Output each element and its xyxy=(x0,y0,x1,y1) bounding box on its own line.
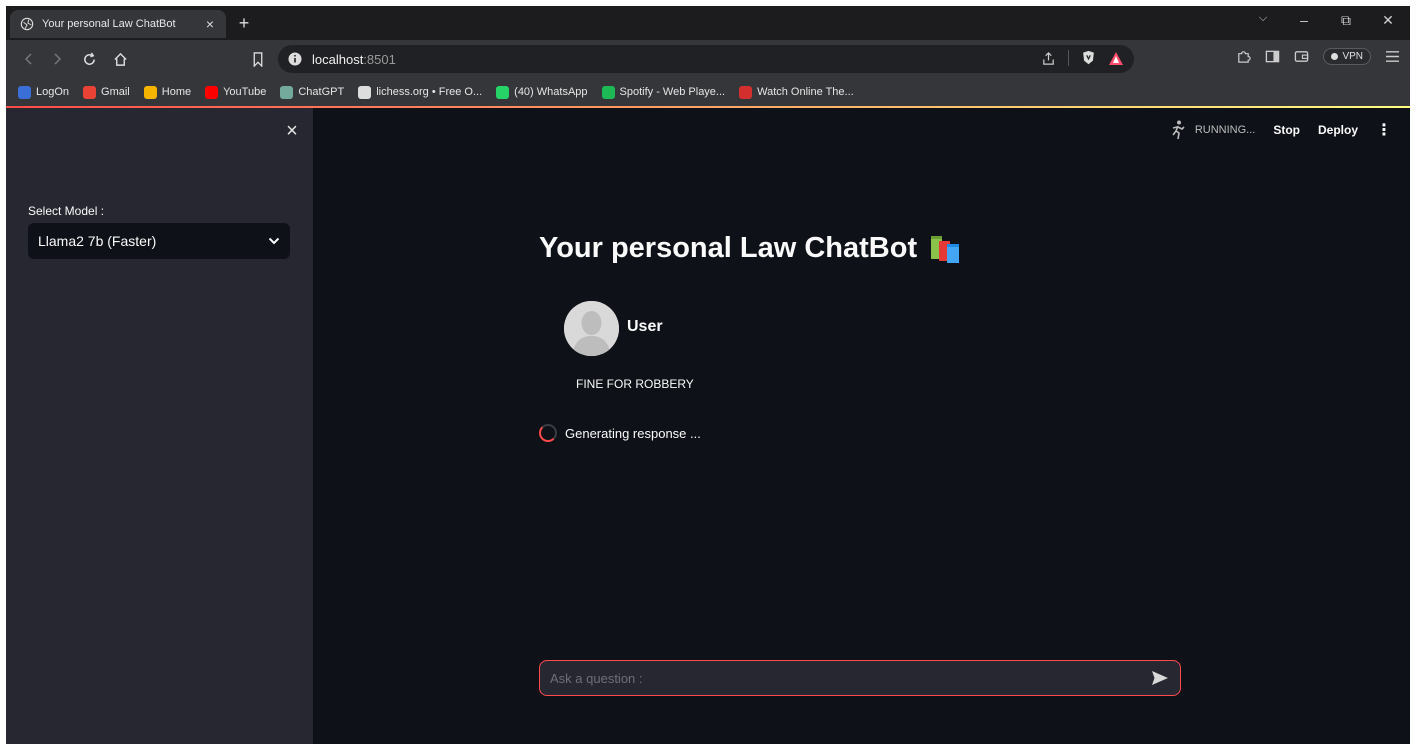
bookmark-item[interactable]: LogOn xyxy=(18,85,70,99)
bookmark-item[interactable]: lichess.org • Free O... xyxy=(358,85,483,99)
extensions-icon[interactable] xyxy=(1236,49,1252,64)
address-bar[interactable]: localhost:8501 xyxy=(278,45,1134,73)
bookmark-item[interactable]: Watch Online The... xyxy=(739,85,854,99)
restore-button[interactable]: ⧉ xyxy=(1331,12,1361,29)
bookmark-label: ChatGPT xyxy=(298,86,345,98)
user-silhouette-icon xyxy=(564,301,619,356)
spinner-text: Generating response ... xyxy=(565,425,701,441)
running-status-text: RUNNING... xyxy=(1194,124,1256,136)
send-button[interactable] xyxy=(1148,666,1172,690)
tab-strip: Your personal Law ChatBot × + ⌵ – ⧉ ✕ xyxy=(6,6,1410,40)
bookmark-label: Home xyxy=(161,86,192,98)
whatsapp-icon xyxy=(496,85,510,99)
globe-icon xyxy=(20,17,34,31)
bookmark-label: Watch Online The... xyxy=(757,86,854,98)
app-toolbar: RUNNING... Stop Deploy ⋮ xyxy=(1169,120,1392,140)
bookmark-item[interactable]: Spotify - Web Playe... xyxy=(601,85,726,99)
share-icon[interactable] xyxy=(1041,51,1056,66)
home-icon[interactable] xyxy=(109,48,131,70)
bookmark-label: lichess.org • Free O... xyxy=(376,86,483,98)
bookmark-label: (40) WhatsApp xyxy=(514,86,588,98)
bookmark-item[interactable]: (40) WhatsApp xyxy=(496,85,588,99)
browser-toolbar: localhost:8501 VPN xyxy=(6,40,1410,78)
bookmark-label: Spotify - Web Playe... xyxy=(619,86,726,98)
back-icon[interactable] xyxy=(18,48,40,70)
spotify-icon xyxy=(601,85,615,99)
url-host: localhost xyxy=(312,51,364,67)
books-icon xyxy=(931,235,960,263)
lichess-icon xyxy=(358,85,372,99)
main-content: RUNNING... Stop Deploy ⋮ Your personal L… xyxy=(313,108,1410,744)
bookmark-label: LogOn xyxy=(36,86,70,98)
logon-icon xyxy=(18,85,31,99)
reload-icon[interactable] xyxy=(78,48,100,70)
running-status: RUNNING... xyxy=(1169,120,1256,140)
bookmark-item[interactable]: YouTube xyxy=(205,85,267,99)
deploy-button[interactable]: Deploy xyxy=(1318,123,1358,137)
tab-search-icon[interactable]: ⌵ xyxy=(1248,12,1278,25)
url-port: :8501 xyxy=(363,51,396,67)
wallet-icon[interactable] xyxy=(1294,49,1309,64)
stop-button[interactable]: Stop xyxy=(1273,123,1300,137)
watch-online-icon xyxy=(739,85,753,99)
browser-menu-icon[interactable] xyxy=(1385,50,1400,63)
bookmark-icon[interactable] xyxy=(247,48,269,70)
forward-icon[interactable] xyxy=(46,48,68,70)
bookmark-item[interactable]: Gmail xyxy=(83,85,130,99)
youtube-icon xyxy=(205,85,219,99)
vpn-label: VPN xyxy=(1342,51,1363,62)
model-select[interactable]: Llama2 7b (Faster) xyxy=(28,223,290,259)
site-info-icon[interactable] xyxy=(288,52,302,66)
running-man-icon xyxy=(1172,120,1185,140)
sidebar: × Select Model : Llama2 7b (Faster) xyxy=(6,108,313,744)
bookmark-label: YouTube xyxy=(223,86,267,98)
chatgpt-icon xyxy=(280,85,294,99)
main-menu-icon[interactable]: ⋮ xyxy=(1376,120,1392,140)
new-tab-button[interactable]: + xyxy=(234,13,254,34)
home-bookmark-icon xyxy=(143,85,157,99)
chat-input[interactable] xyxy=(548,669,1148,687)
chat-user-name: User xyxy=(627,318,663,335)
send-icon xyxy=(1152,671,1168,685)
sidebar-close-icon[interactable]: × xyxy=(282,120,302,143)
vpn-button[interactable]: VPN xyxy=(1323,48,1371,65)
browser-window: Your personal Law ChatBot × + ⌵ – ⧉ ✕ lo xyxy=(6,6,1410,744)
select-model-label: Select Model : xyxy=(28,204,105,218)
tab-close-icon[interactable]: × xyxy=(200,16,220,32)
spinner-icon xyxy=(539,424,557,442)
minimize-button[interactable]: – xyxy=(1289,12,1319,28)
tab-title: Your personal Law ChatBot xyxy=(42,18,176,30)
page-title-text: Your personal Law ChatBot xyxy=(539,232,918,264)
brave-rewards-icon[interactable] xyxy=(1108,51,1124,66)
page-title: Your personal Law ChatBot xyxy=(539,232,963,265)
generating-status: Generating response ... xyxy=(539,424,701,442)
user-avatar xyxy=(564,301,619,356)
bookmark-item[interactable]: ChatGPT xyxy=(280,85,345,99)
gmail-icon xyxy=(83,85,97,99)
brave-shield-icon[interactable] xyxy=(1081,50,1096,66)
close-window-button[interactable]: ✕ xyxy=(1373,12,1403,29)
vpn-status-icon xyxy=(1331,53,1339,60)
model-select-value: Llama2 7b (Faster) xyxy=(38,233,157,249)
bookmark-label: Gmail xyxy=(101,86,130,98)
bookmarks-bar: LogOn Gmail Home YouTube ChatGPT lichess.org … xyxy=(6,78,1410,106)
sidebar-toggle-icon[interactable] xyxy=(1265,49,1280,64)
chevron-down-icon xyxy=(268,237,280,245)
browser-tab[interactable]: Your personal Law ChatBot × xyxy=(10,10,226,38)
chat-user-message: FINE FOR ROBBERY xyxy=(576,377,694,391)
bookmark-item[interactable]: Home xyxy=(143,85,192,99)
chat-input-box[interactable] xyxy=(539,660,1181,696)
